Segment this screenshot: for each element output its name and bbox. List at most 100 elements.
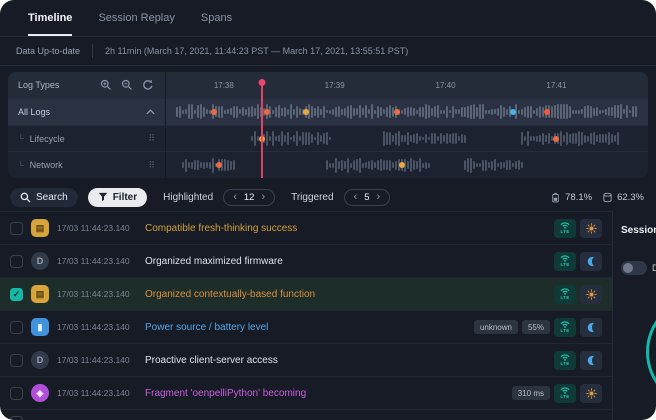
timeline-tracks[interactable]: 17:3817:3917:4017:41 [166, 72, 648, 178]
sun-icon [586, 388, 597, 399]
log-type-row-lifecycle[interactable]: └Lifecycle⠿ [8, 125, 165, 152]
zoom-in-button[interactable] [99, 78, 113, 92]
divider [92, 44, 93, 58]
app-window: Timeline Session Replay Spans Data Up-to… [0, 0, 656, 420]
highlighted-next-button[interactable]: › [261, 192, 265, 203]
waveform-track-all-logs[interactable] [166, 98, 648, 125]
timestamp: 17/03 11:44:23.140 [57, 355, 137, 365]
tab-session-replay[interactable]: Session Replay [98, 0, 174, 36]
log-row[interactable]: ✓▤17/03 11:44:23.140Organized contextual… [0, 278, 612, 311]
log-row[interactable]: ▮17/03 11:44:23.140Power source / batter… [0, 311, 612, 344]
storage-meter: 62.3% [602, 192, 644, 203]
event-marker[interactable] [394, 109, 400, 115]
log-type-row-network[interactable]: └Network⠿ [8, 151, 165, 178]
log-message: Compatible fresh-thinking success [145, 223, 546, 234]
tab-timeline[interactable]: Timeline [28, 0, 72, 36]
toggle-knob [623, 263, 633, 273]
row-checkbox[interactable] [10, 321, 23, 334]
night-mode-button[interactable] [580, 252, 602, 271]
filter-button[interactable]: Filter [88, 188, 147, 207]
row-actions: LTE [554, 252, 602, 271]
timestamp: 17/03 11:44:23.140 [57, 256, 137, 266]
lte-signal-button[interactable]: LTE [554, 252, 576, 271]
drag-handle[interactable]: ⠿ [148, 160, 155, 171]
event-marker[interactable] [211, 109, 217, 115]
row-checkbox[interactable] [10, 387, 23, 400]
value-badge: 310 ms [512, 386, 550, 400]
log-row[interactable]: D17/03 11:44:23.140Proactive client-serv… [0, 344, 612, 377]
row-checkbox[interactable] [10, 222, 23, 235]
highlighted-prev-button[interactable]: ‹ [233, 192, 237, 203]
log-type-label: Network [30, 160, 143, 170]
log-source-icon: D [31, 252, 49, 270]
moon-icon [586, 256, 597, 267]
event-marker[interactable] [216, 162, 222, 168]
refresh-button[interactable] [141, 78, 155, 92]
session-toggle-label: D [652, 263, 656, 273]
search-button[interactable]: Search [10, 188, 78, 207]
event-marker[interactable] [553, 136, 559, 142]
row-actions: 310 ms LTE [512, 384, 602, 403]
log-types-column: Log Types All Logs└Lifecycle⠿└Network⠿ [8, 72, 166, 178]
log-row[interactable]: ▤17/03 11:44:23.140Compatible fresh-thin… [0, 212, 612, 245]
row-checkbox[interactable] [10, 255, 23, 268]
battery-value: 78.1% [565, 192, 592, 203]
night-mode-button[interactable] [580, 351, 602, 370]
triggered-next-button[interactable]: › [377, 192, 381, 203]
day-mode-button[interactable] [580, 219, 602, 238]
night-mode-button[interactable] [580, 318, 602, 337]
log-row[interactable]: D 17/03 11:44:23.140 Organized maximized f… [0, 245, 612, 278]
lte-signal-button[interactable]: LTE [554, 219, 576, 238]
event-marker[interactable] [510, 109, 516, 115]
log-type-row-all-logs[interactable]: All Logs [8, 98, 165, 125]
log-source-icon: ◈ [31, 384, 49, 402]
signal-icon [559, 221, 571, 229]
lte-signal-button[interactable]: LTE [554, 384, 576, 403]
battery-icon [550, 192, 561, 203]
playhead-line [261, 85, 263, 178]
lte-signal-button[interactable]: LTE [554, 285, 576, 304]
waveform-track-network[interactable] [166, 151, 648, 178]
event-marker[interactable] [303, 109, 309, 115]
search-icon [20, 192, 31, 203]
highlighted-pager: ‹ 12 › [223, 189, 275, 206]
triggered-prev-button[interactable]: ‹ [354, 192, 358, 203]
time-tick: 17:38 [214, 81, 234, 90]
row-actions: unknown55%LTE [474, 318, 602, 337]
chevron-up-icon[interactable] [146, 109, 155, 115]
lte-signal-button[interactable]: LTE [554, 318, 576, 337]
log-row[interactable]: ◈17/03 11:44:23.140Fragment 'oenpelliPyt… [0, 377, 612, 410]
lte-label: LTE [560, 362, 569, 367]
sun-icon [586, 223, 597, 234]
row-checkbox[interactable] [10, 354, 23, 367]
row-checkbox[interactable]: ✓ [10, 288, 23, 301]
triggered-count: 5 [364, 192, 369, 203]
session-toggle[interactable] [621, 261, 647, 275]
event-marker[interactable] [399, 162, 405, 168]
session-donut-chart [646, 296, 656, 408]
row-checkbox[interactable] [10, 416, 23, 420]
event-marker[interactable] [544, 109, 550, 115]
time-tick: 17:39 [325, 81, 345, 90]
drag-handle[interactable]: ⠿ [148, 133, 155, 144]
waveform-track-lifecycle[interactable] [166, 125, 648, 152]
log-source-icon: ▤ [31, 219, 49, 237]
lte-signal-button[interactable]: LTE [554, 351, 576, 370]
lte-label: LTE [560, 230, 569, 235]
day-mode-button[interactable] [580, 285, 602, 304]
timeline-panel: Log Types All Logs└Lifecycle⠿└Network⠿ 1… [8, 72, 648, 178]
tree-elbow-icon: └ [18, 134, 24, 143]
zoom-in-icon [100, 79, 112, 91]
log-source-icon: ▮ [31, 318, 49, 336]
log-type-label: All Logs [18, 107, 140, 117]
event-marker[interactable] [264, 109, 270, 115]
log-message: Organized maximized firmware [145, 256, 546, 267]
tab-spans[interactable]: Spans [201, 0, 232, 36]
time-range-label: 2h 11min (March 17, 2021, 11:44:23 PST —… [105, 46, 408, 56]
day-mode-button[interactable] [580, 384, 602, 403]
time-tick: 17:40 [436, 81, 456, 90]
log-row[interactable] [0, 410, 612, 420]
data-status-label: Data Up-to-date [16, 46, 80, 56]
value-badge: unknown [474, 320, 518, 334]
zoom-out-button[interactable] [120, 78, 134, 92]
